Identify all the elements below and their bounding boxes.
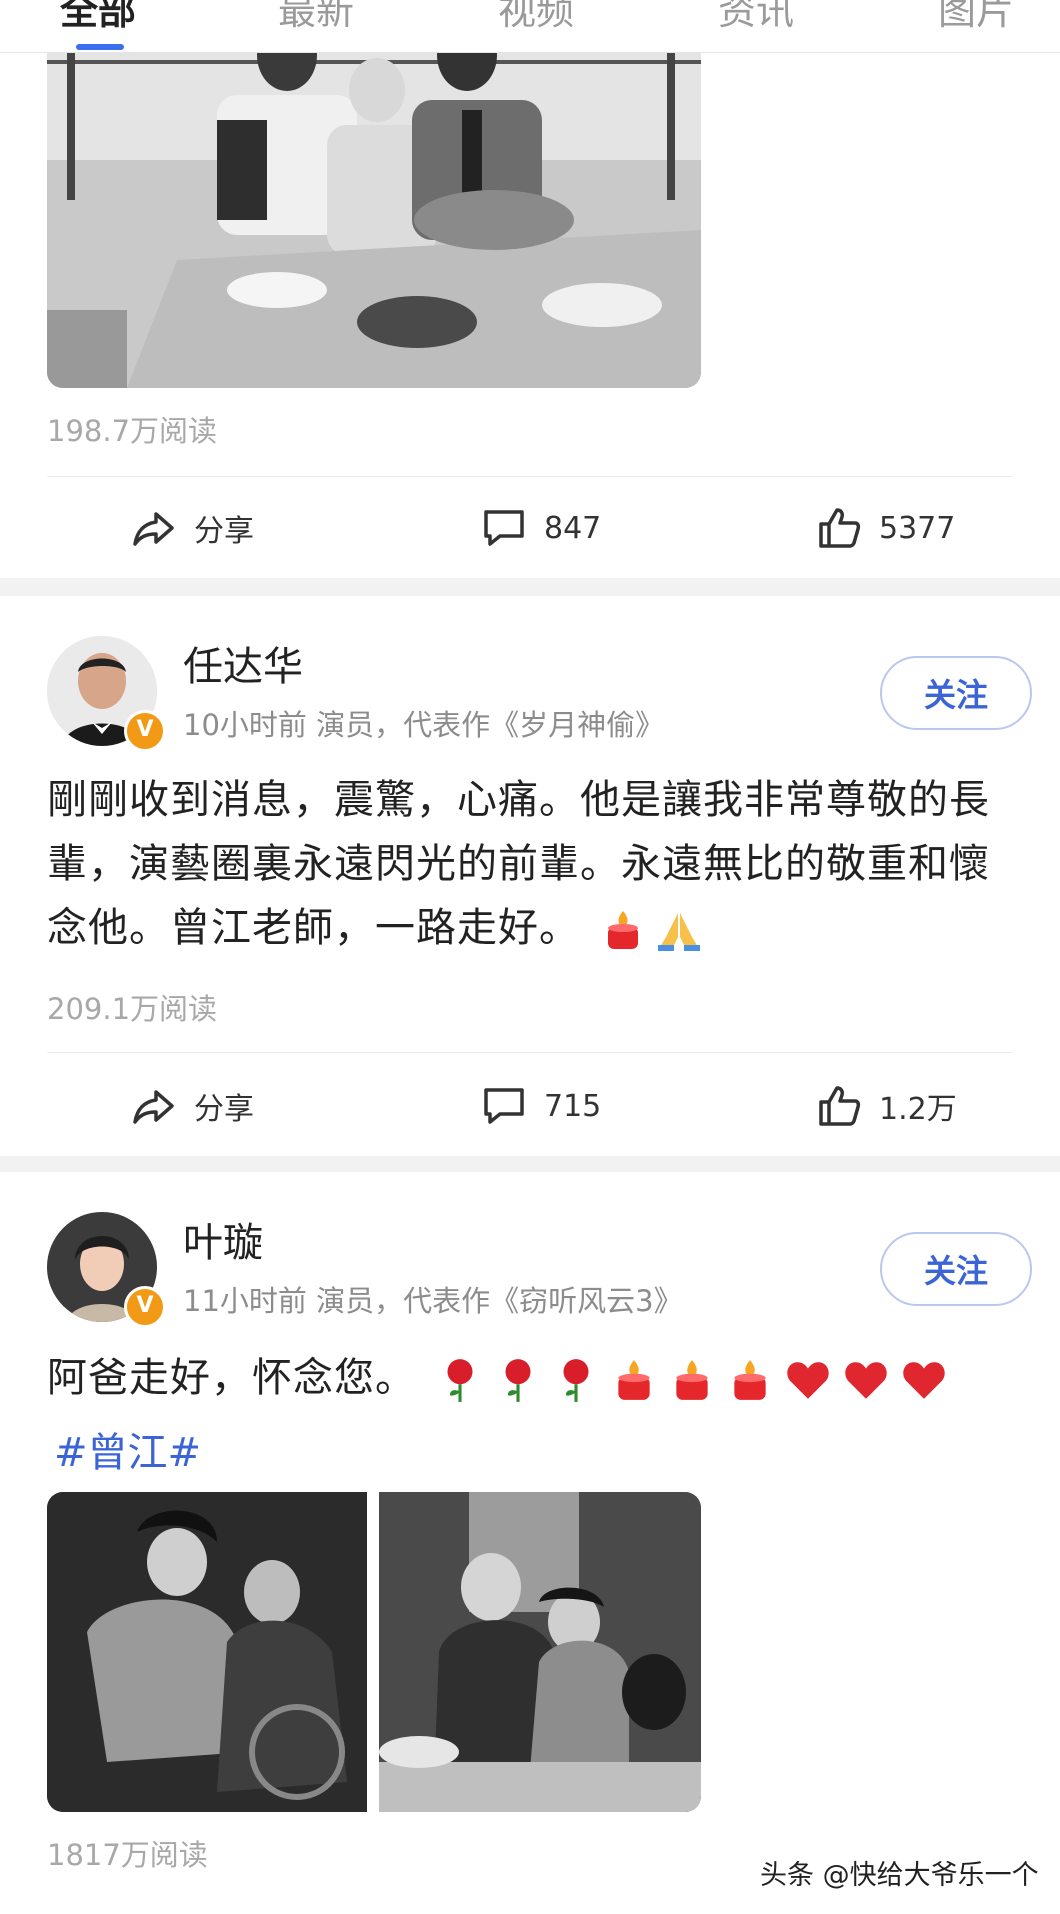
share-label: 分享 — [194, 514, 254, 549]
photo-image — [47, 1492, 367, 1812]
share-button[interactable]: 分享 — [130, 504, 254, 552]
like-button[interactable]: 5377 — [815, 504, 955, 552]
thumbs-up-icon — [819, 1086, 861, 1126]
heart-emoji-icon — [903, 1362, 945, 1399]
rose-emoji-icon — [447, 1359, 473, 1402]
follow-button[interactable]: 关注 — [880, 656, 1032, 730]
comment-icon — [484, 1088, 524, 1124]
post-card-1: 198.7万阅读 分享 847 5377 — [0, 0, 1060, 578]
verified-v-badge-icon: V — [124, 710, 166, 752]
tab-latest[interactable]: 最新 — [278, 0, 354, 36]
like-count: 1.2万 — [879, 1092, 957, 1127]
tab-all[interactable]: 全部 — [60, 0, 136, 36]
hashtag-link[interactable]: #曾江# — [54, 1420, 201, 1478]
candle-emoji-icon — [734, 1360, 766, 1400]
post-card-3: V 叶璇 11小时前 演员，代表作《窃听风云3》 关注 阿爸走好，怀念您。 #曾… — [0, 1172, 1060, 1914]
author-name[interactable]: 任达华 — [183, 634, 303, 692]
divider — [47, 476, 1013, 477]
tab-news[interactable]: 资讯 — [718, 0, 794, 36]
share-icon — [133, 1090, 174, 1124]
rose-emoji-icon — [505, 1359, 531, 1402]
source-watermark: 头条 @快给大爷乐一个 — [760, 1860, 1039, 1891]
read-count: 198.7万阅读 — [47, 414, 218, 448]
share-icon — [133, 512, 174, 546]
post-text-body: 阿爸走好，怀念您。 — [47, 1355, 416, 1401]
share-label: 分享 — [194, 1092, 254, 1127]
candle-emoji-icon — [676, 1360, 708, 1400]
comment-button[interactable]: 715 — [480, 1082, 601, 1130]
post-photo-1[interactable] — [47, 1492, 367, 1812]
share-button[interactable]: 分享 — [130, 1082, 254, 1130]
verified-v-badge-icon: V — [124, 1286, 166, 1328]
post-photo-yacht-dinner[interactable] — [47, 0, 701, 388]
author-meta: 11小时前 演员，代表作《窃听风云3》 — [183, 1284, 683, 1318]
read-count: 209.1万阅读 — [47, 992, 218, 1026]
author-name[interactable]: 叶璇 — [183, 1210, 263, 1268]
candle-emoji-icon — [607, 911, 638, 949]
pray-emoji-icon — [657, 913, 700, 951]
author-meta: 10小时前 演员，代表作《岁月神偷》 — [183, 708, 665, 742]
photo-image — [379, 1492, 701, 1812]
divider — [47, 1052, 1013, 1053]
comment-icon — [484, 510, 524, 546]
active-tab-indicator — [76, 44, 124, 50]
comment-count: 847 — [544, 510, 602, 546]
post-text[interactable]: 剛剛收到消息，震驚，心痛。他是讓我非常尊敬的長輩，演藝圈裏永遠閃光的前輩。永遠無… — [47, 768, 1027, 960]
read-count: 1817万阅读 — [47, 1838, 208, 1872]
emoji-row — [436, 1356, 948, 1404]
candle-emoji-icon — [618, 1360, 650, 1400]
photo-image — [47, 0, 701, 388]
post-text-body: 剛剛收到消息，震驚，心痛。他是讓我非常尊敬的長輩，演藝圈裏永遠閃光的前輩。永遠無… — [47, 777, 990, 951]
tab-video[interactable]: 视频 — [498, 0, 574, 36]
like-count: 5377 — [879, 510, 956, 546]
follow-button[interactable]: 关注 — [880, 1232, 1032, 1306]
emoji-row — [600, 907, 702, 953]
rose-emoji-icon — [563, 1359, 589, 1402]
comment-button[interactable]: 847 — [480, 504, 601, 552]
like-button[interactable]: 1.2万 — [815, 1082, 957, 1130]
heart-emoji-icon — [845, 1362, 887, 1399]
tab-images[interactable]: 图片 — [938, 0, 1014, 36]
comment-count: 715 — [544, 1088, 602, 1124]
category-tab-bar: 全部 最新 视频 资讯 图片 — [0, 0, 1060, 53]
heart-emoji-icon — [787, 1362, 829, 1399]
post-photo-2[interactable] — [379, 1492, 701, 1812]
thumbs-up-icon — [819, 508, 861, 548]
post-text[interactable]: 阿爸走好，怀念您。 — [47, 1346, 1027, 1410]
post-card-2: V 任达华 10小时前 演员，代表作《岁月神偷》 关注 剛剛收到消息，震驚，心痛… — [0, 596, 1060, 1156]
